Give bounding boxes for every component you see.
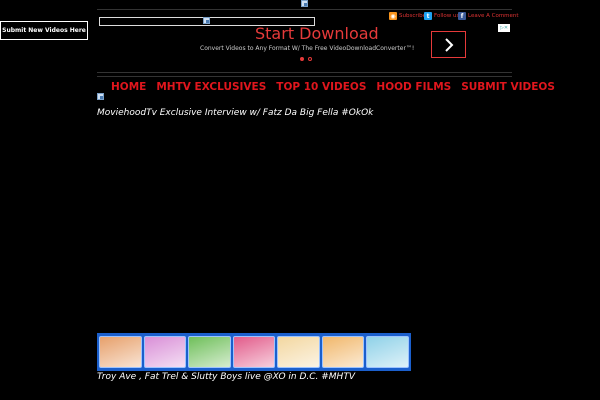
subscribe-label: Subscribe (399, 13, 427, 19)
game-thumbnail[interactable] (321, 336, 365, 368)
submit-new-videos-button[interactable]: Submit New Videos Here (0, 21, 88, 40)
rss-icon: ◉ (389, 12, 397, 20)
game-thumbnail[interactable] (277, 336, 320, 368)
ad-next-button[interactable] (431, 31, 466, 58)
nav-item-home[interactable]: HOME (106, 81, 151, 93)
game-thumbnail[interactable] (232, 336, 276, 368)
game-thumbnail[interactable] (188, 336, 231, 368)
nav-item-hood-films[interactable]: HOOD FILMS (371, 81, 456, 93)
games-ad-strip[interactable] (97, 333, 411, 371)
facebook-icon: f (458, 12, 466, 20)
main-nav: HOME MHTV EXCLUSIVES TOP 10 VIDEOS HOOD … (106, 81, 560, 93)
post-title[interactable]: MoviehoodTv Exclusive Interview w/ Fatz … (97, 108, 373, 118)
game-thumbnail[interactable] (99, 336, 142, 368)
follow-us-link[interactable]: t Follow us (424, 11, 459, 21)
top-divider (97, 9, 512, 10)
video-player[interactable] (97, 122, 512, 330)
nav-item-mhtv-exclusives[interactable]: MHTV EXCLUSIVES (151, 81, 271, 93)
ad-carousel-dots[interactable] (300, 57, 312, 61)
post-title[interactable]: Troy Ave , Fat Trel & Slutty Boys live @… (97, 372, 355, 382)
ad-choices-icon[interactable]: ▷✕ (498, 24, 510, 32)
game-thumbnail[interactable] (143, 336, 187, 368)
leave-comment-link[interactable]: f Leave A Comment (458, 11, 519, 21)
nav-item-submit-videos[interactable]: SUBMIT VIDEOS (456, 81, 560, 93)
broken-image-icon (97, 93, 104, 100)
subscribe-link[interactable]: ◉ Subscribe (389, 11, 426, 21)
broken-image-icon (301, 0, 308, 7)
follow-us-label: Follow us (434, 13, 460, 19)
nav-divider (97, 76, 512, 77)
game-thumbnail[interactable] (366, 336, 410, 368)
leave-comment-label: Leave A Comment (468, 13, 519, 19)
nav-item-top-10-videos[interactable]: TOP 10 VIDEOS (271, 81, 371, 93)
ad-title[interactable]: Start Download (255, 24, 379, 43)
chevron-right-icon (444, 37, 453, 52)
twitter-icon: t (424, 12, 432, 20)
ad-subtitle: Convert Videos to Any Format W/ The Free… (200, 45, 415, 52)
ad-dot[interactable] (308, 57, 312, 61)
ad-dot[interactable] (300, 57, 304, 61)
nav-divider (97, 72, 512, 73)
